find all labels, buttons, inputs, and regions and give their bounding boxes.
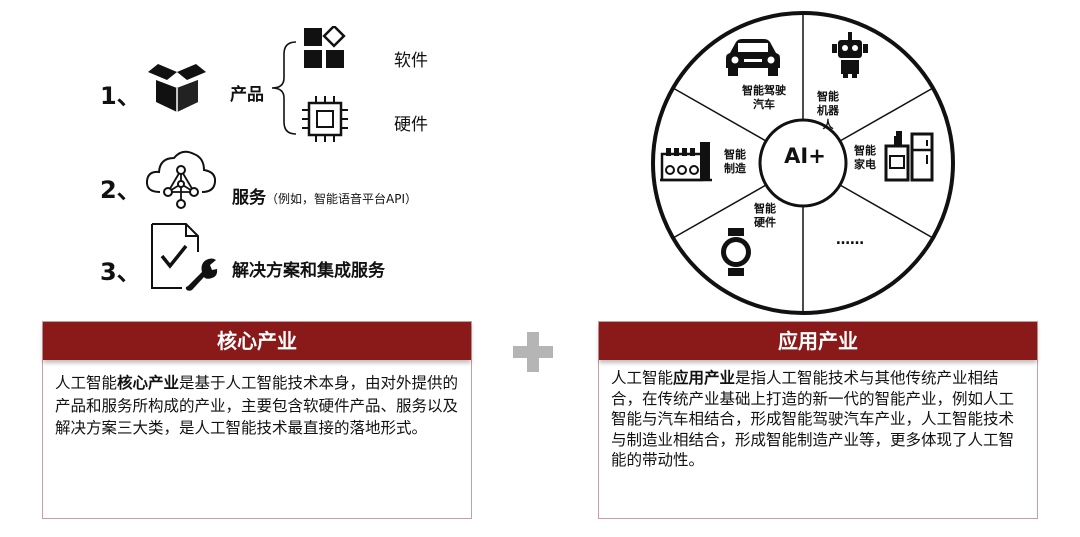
item-2-note: （例如，智能语音平台API） xyxy=(266,192,417,206)
brace-icon xyxy=(271,41,297,135)
hardware-label: 硬件 xyxy=(394,115,428,135)
item-2-label: 服务 xyxy=(232,188,266,208)
core-industry-text: 人工智能核心产业是基于人工智能技术本身，由对外提供的产品和服务所构成的产业，主要… xyxy=(55,374,459,437)
item-3-label: 解决方案和集成服务 xyxy=(232,261,385,281)
wheel-segment-car: 智能驾驶汽车 xyxy=(742,84,786,111)
item-1-number: 1、 xyxy=(100,82,141,110)
software-label: 软件 xyxy=(394,51,428,71)
wheel-segment-manufacturing: 智能制造 xyxy=(724,148,746,175)
software-icon xyxy=(304,26,346,68)
chip-icon xyxy=(302,96,348,142)
document-check-icon xyxy=(151,223,218,291)
applied-industry-text: 人工智能应用产业是指人工智能技术与其他传统产业相结合，在传统产业基础上打造的新一… xyxy=(611,369,1015,469)
wheel-segment-robot: 智能机器人 xyxy=(817,90,839,131)
wheel-center-label: AI+ xyxy=(784,144,826,168)
wheel-segment-appliance: 智能家电 xyxy=(854,144,876,171)
core-industry-box: 核心产业 人工智能核心产业是基于人工智能技术本身，由对外提供的产品和服务所构成的… xyxy=(42,321,472,519)
wheel-segment-more: …… xyxy=(836,232,864,248)
cloud-network-icon xyxy=(145,150,217,209)
applied-industry-title: 应用产业 xyxy=(599,322,1037,360)
wheel-segment-hardware: 智能硬件 xyxy=(754,202,776,229)
item-2-text: 服务（例如，智能语音平台API） xyxy=(232,183,417,208)
box-icon xyxy=(148,64,206,112)
item-1-label: 产品 xyxy=(230,85,264,105)
core-industry-title: 核心产业 xyxy=(43,322,471,360)
applied-industry-box: 应用产业 人工智能应用产业是指人工智能技术与其他传统产业相结合，在传统产业基础上… xyxy=(598,321,1038,519)
item-3-number: 3、 xyxy=(100,258,141,286)
item-2-number: 2、 xyxy=(100,176,141,204)
